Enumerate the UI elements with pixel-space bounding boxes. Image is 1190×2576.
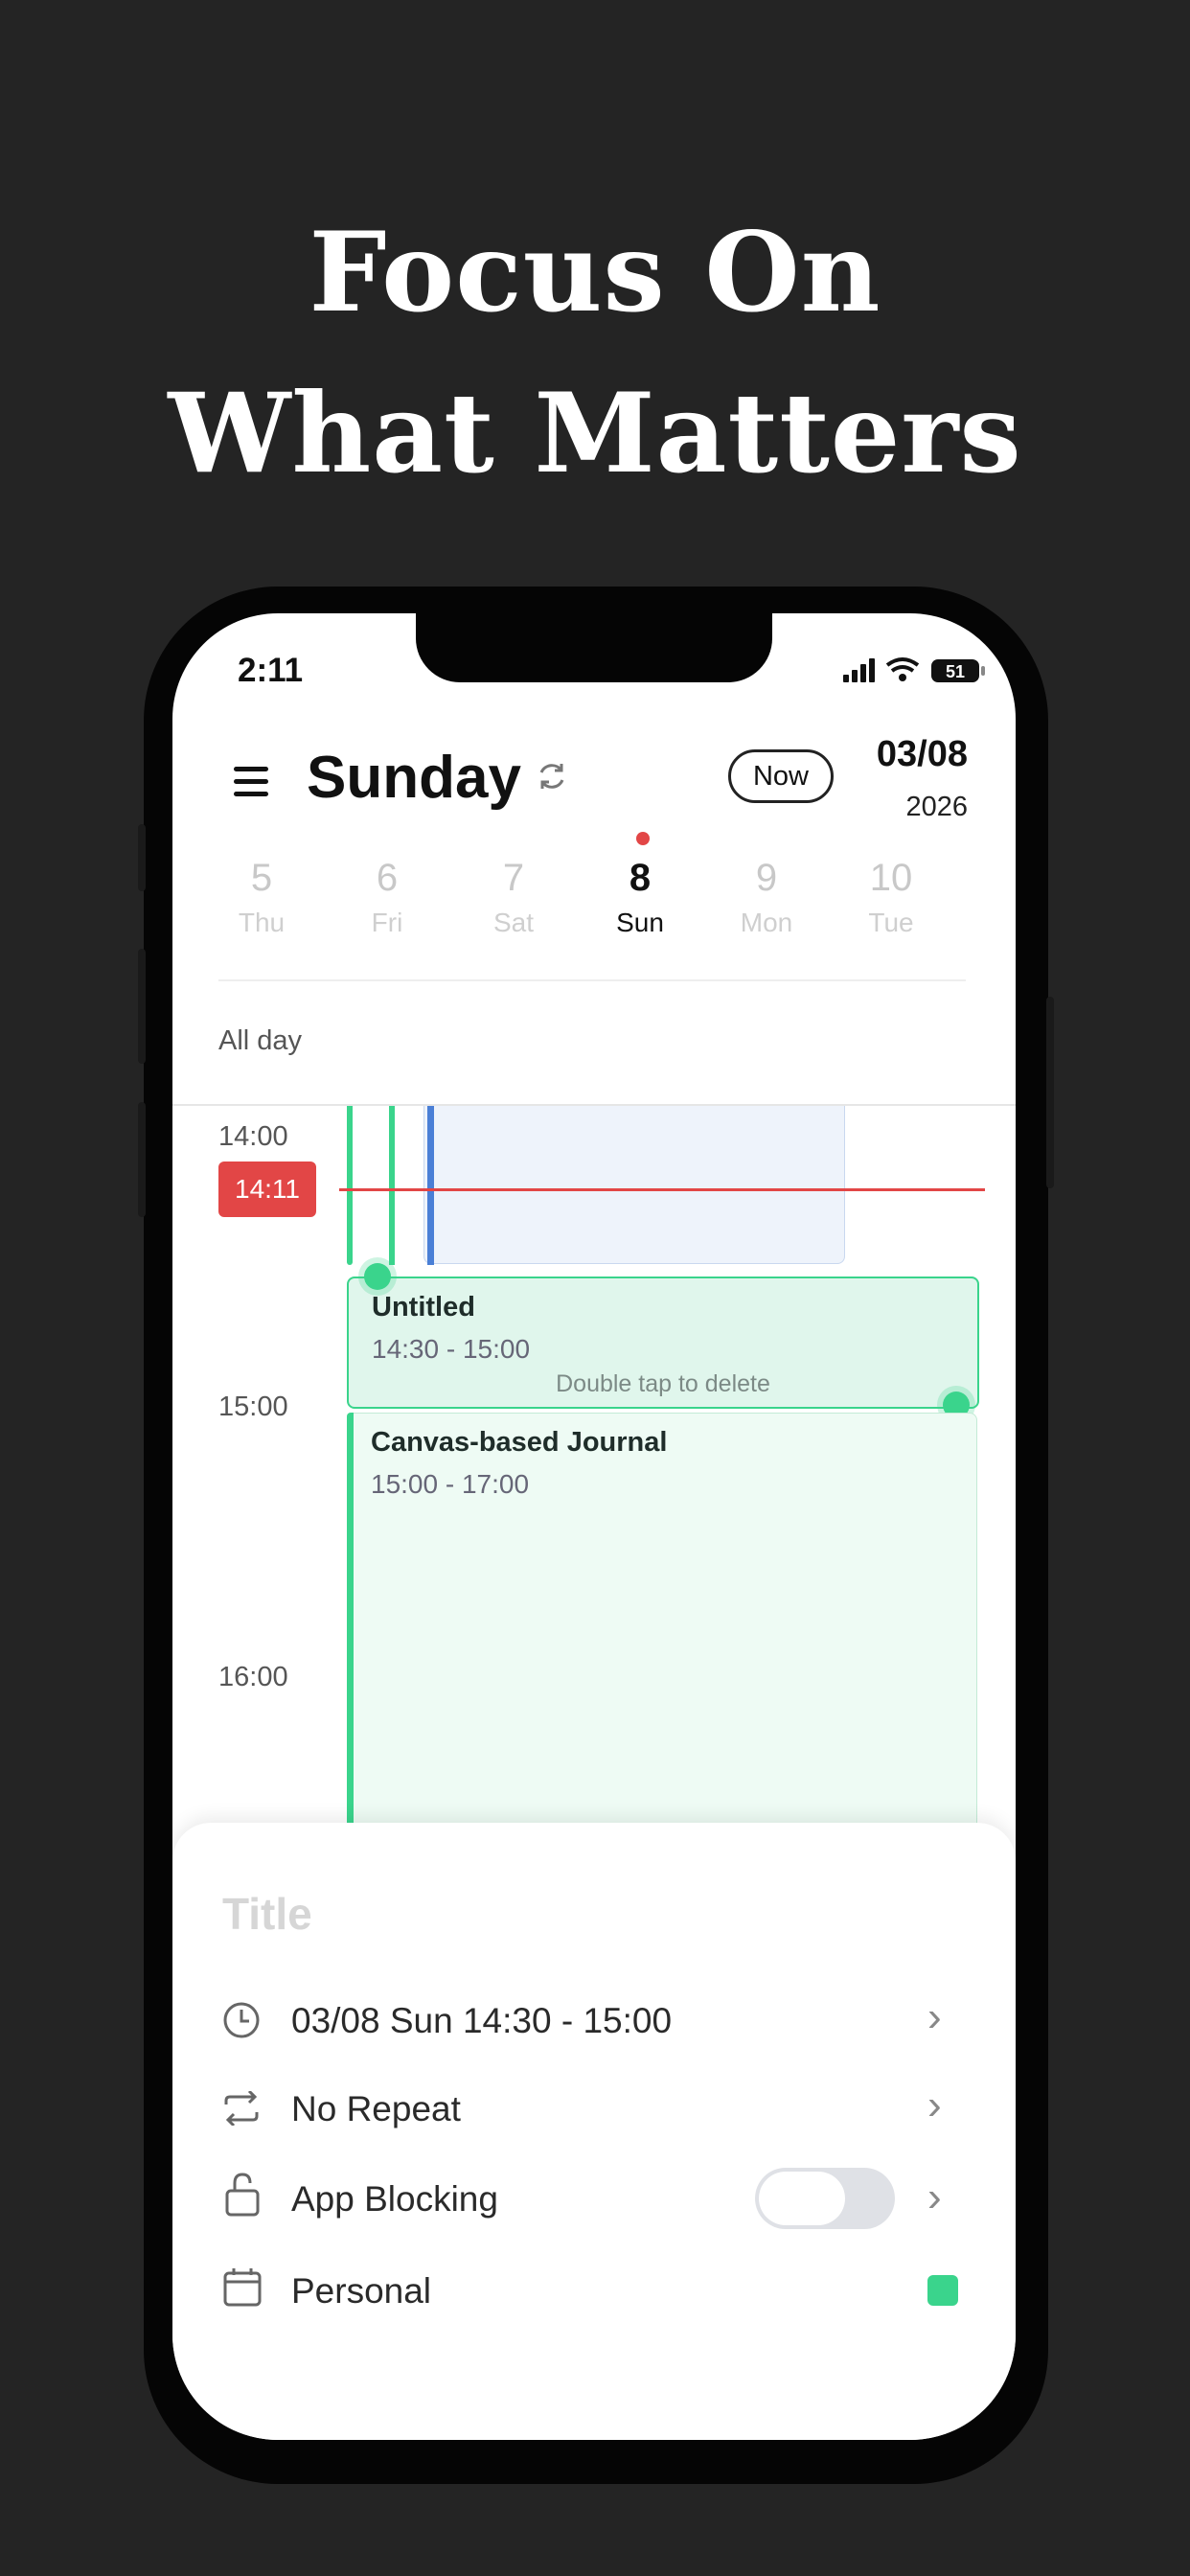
- power-button: [1046, 997, 1054, 1188]
- event-bar-green-1[interactable]: [347, 1106, 353, 1265]
- event-bar-green-2[interactable]: [389, 1106, 395, 1265]
- now-button[interactable]: Now: [728, 749, 834, 803]
- week-divider: [218, 979, 966, 981]
- calendar-color-swatch[interactable]: [927, 2275, 958, 2306]
- status-time: 2:11: [238, 652, 304, 689]
- week-day-tue[interactable]: 10 Tue: [843, 857, 939, 938]
- header-date: 03/08: [876, 734, 968, 774]
- week-day-sun[interactable]: 8 Sun: [592, 857, 688, 938]
- event-journal-title: Canvas-based Journal: [371, 1427, 668, 1458]
- status-icons: 51: [843, 656, 987, 684]
- hour-label-15: 15:00: [218, 1392, 288, 1422]
- event-untitled-title: Untitled: [372, 1292, 475, 1322]
- today-dot: [636, 832, 650, 845]
- resize-handle-top[interactable]: [364, 1263, 391, 1290]
- chevron-right-icon: ›: [927, 1993, 942, 2040]
- headline-line-1: Focus On: [309, 208, 881, 336]
- header-year: 2026: [905, 792, 968, 822]
- volume-down-button: [138, 1102, 146, 1217]
- event-journal[interactable]: Canvas-based Journal 15:00 - 17:00: [347, 1413, 977, 1836]
- notch: [416, 613, 772, 682]
- day-title: Sunday: [307, 745, 521, 811]
- event-detail-sheet: Title 03/08 Sun 14:30 - 15:00 › No Repea…: [172, 1823, 1016, 2440]
- battery-level: 51: [946, 662, 965, 681]
- repeat-value: No Repeat: [291, 2089, 461, 2128]
- event-bar-blue: [427, 1106, 434, 1265]
- marketing-headline: Focus On What Matters: [0, 192, 1190, 514]
- hour-label-14: 14:00: [218, 1121, 288, 1152]
- now-line: [339, 1188, 985, 1191]
- mute-switch: [138, 824, 146, 891]
- calendar-row[interactable]: Personal: [172, 2250, 1016, 2327]
- repeat-row[interactable]: No Repeat ›: [172, 2070, 1016, 2147]
- event-block-blue[interactable]: [423, 1106, 845, 1264]
- menu-icon[interactable]: [234, 767, 268, 804]
- event-journal-time: 15:00 - 17:00: [371, 1469, 530, 1499]
- status-icons-graphic: 51: [843, 657, 985, 682]
- app-blocking-row[interactable]: App Blocking ›: [172, 2158, 1016, 2239]
- calendar-value: Personal: [291, 2271, 432, 2311]
- headline-line-2: What Matters: [168, 369, 1022, 497]
- app-blocking-label: App Blocking: [291, 2179, 498, 2219]
- title-input[interactable]: Title: [222, 1888, 312, 1940]
- event-untitled[interactable]: Untitled 14:30 - 15:00 Double tap to del…: [347, 1276, 979, 1409]
- app-blocking-toggle[interactable]: [755, 2168, 895, 2229]
- event-journal-bar: [347, 1413, 354, 1836]
- delete-hint: Double tap to delete: [556, 1370, 770, 1397]
- datetime-value: 03/08 Sun 14:30 - 15:00: [291, 2001, 673, 2040]
- now-time-badge: 14:11: [218, 1162, 316, 1217]
- all-day-label[interactable]: All day: [218, 1025, 302, 1057]
- unlock-icon: [225, 2173, 260, 2217]
- refresh-icon[interactable]: [535, 759, 569, 794]
- hour-label-16: 16:00: [218, 1662, 288, 1692]
- week-day-mon[interactable]: 9 Mon: [719, 857, 814, 938]
- volume-up-button: [138, 949, 146, 1064]
- repeat-icon: [224, 2091, 259, 2126]
- datetime-row[interactable]: 03/08 Sun 14:30 - 15:00 ›: [172, 1982, 1016, 2058]
- week-day-fri[interactable]: 6 Fri: [339, 857, 435, 938]
- week-day-thu[interactable]: 5 Thu: [214, 857, 309, 938]
- toggle-knob: [759, 2172, 845, 2225]
- app-screen: 2:11 51 Sunday Now 03/08 2026 5 Thu 6 Fri: [172, 613, 1016, 2440]
- chevron-right-icon: ›: [927, 2082, 942, 2128]
- event-untitled-time: 14:30 - 15:00: [372, 1334, 531, 1364]
- chevron-right-icon: ›: [927, 2174, 942, 2220]
- week-day-sat[interactable]: 7 Sat: [466, 857, 561, 938]
- calendar-icon: [223, 2268, 262, 2307]
- clock-icon: [223, 2002, 260, 2038]
